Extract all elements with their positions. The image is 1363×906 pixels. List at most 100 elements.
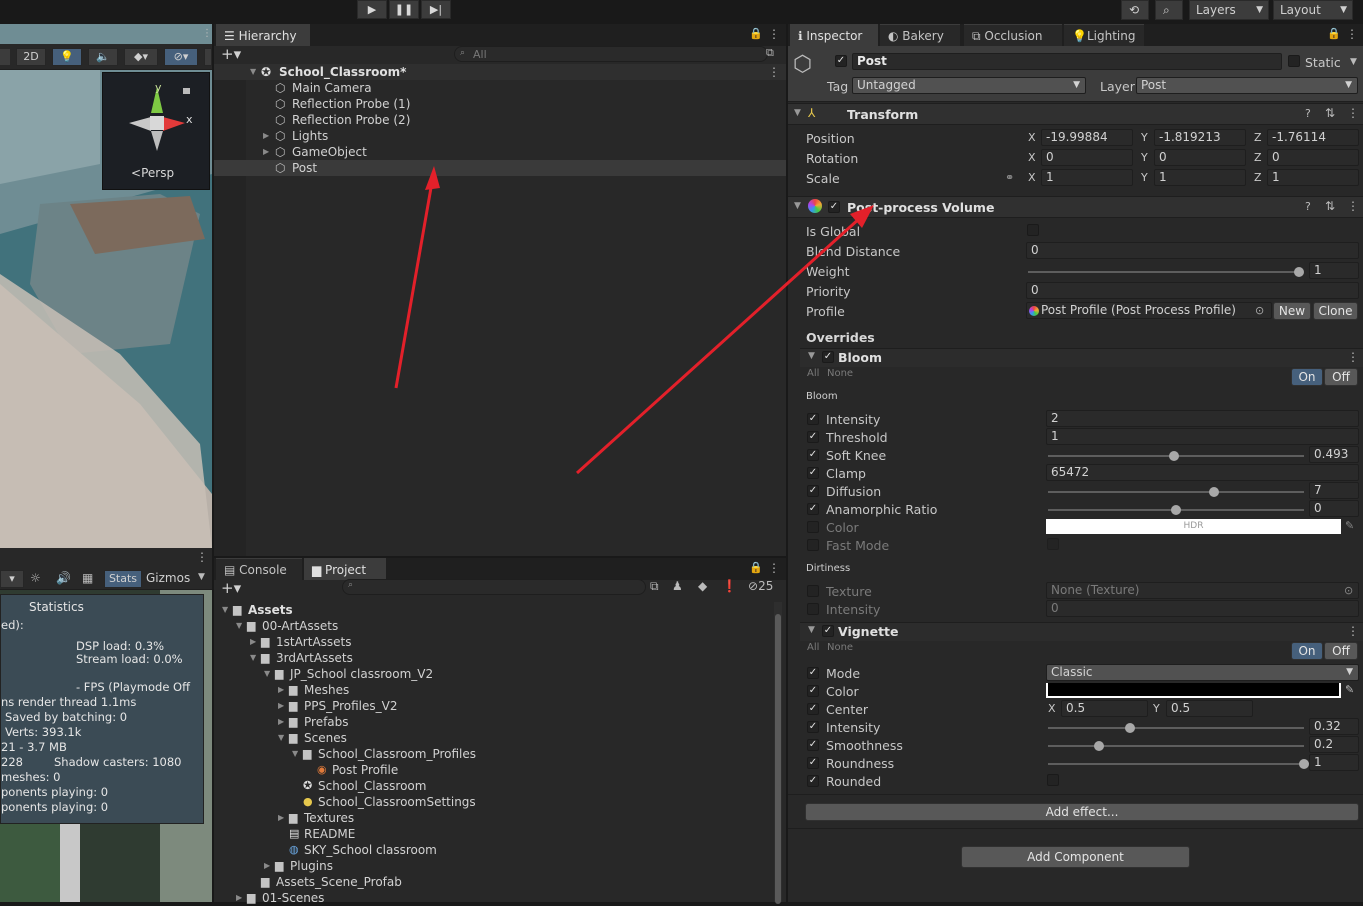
tab-console[interactable]: ▤ Console [216, 558, 302, 580]
param-value-field[interactable]: 7 [1309, 482, 1359, 499]
static-dropdown-icon[interactable]: ▼ [1350, 57, 1357, 67]
component-menu-icon[interactable]: ⋮ [1347, 199, 1359, 213]
expand-arrow-icon[interactable]: ▶ [278, 714, 284, 730]
scene-root-row[interactable]: ▼ ✪ School_Classroom* ⋮ [214, 64, 786, 80]
lock-icon[interactable]: 🔒 [749, 561, 763, 574]
expand-arrow-icon[interactable]: ▶ [236, 890, 242, 906]
param-slider[interactable] [1048, 505, 1304, 515]
center-checkbox[interactable]: ✓ [807, 703, 819, 715]
scene-gizmo[interactable]: y x <Persp [102, 72, 210, 190]
project-item[interactable]: ◉ Post Profile [214, 762, 786, 778]
none-link[interactable]: None [827, 368, 853, 379]
audio-toggle-icon[interactable]: 🔈 [88, 48, 118, 66]
pause-button[interactable]: ❚❚ [389, 0, 419, 19]
collapse-arrow-icon[interactable]: ▼ [808, 351, 815, 361]
param-value-field[interactable]: 0 [1309, 500, 1359, 517]
gizmos-dropdown-icon[interactable]: ▼ [198, 572, 205, 582]
collapse-arrow-icon[interactable]: ▼ [794, 108, 801, 118]
collapse-arrow-icon[interactable]: ▼ [794, 201, 801, 211]
expand-arrow-icon[interactable]: ▼ [292, 746, 298, 762]
project-item[interactable]: ▶ ▆ PPS_Profiles_V2 [214, 698, 786, 714]
history-icon[interactable]: ⟲ [1121, 0, 1149, 20]
param-value-field[interactable]: 65472 [1046, 464, 1359, 481]
object-name-field[interactable]: Post [852, 53, 1282, 70]
weight-slider[interactable] [1028, 267, 1304, 277]
center-x-field[interactable]: 0.5 [1061, 700, 1148, 717]
slider-knob[interactable] [1171, 505, 1181, 515]
param-slider[interactable] [1048, 487, 1304, 497]
param-override-checkbox[interactable] [807, 539, 819, 551]
intensity-checkbox[interactable]: ✓ [807, 721, 819, 733]
project-item[interactable]: ◍ SKY_School classroom [214, 842, 786, 858]
project-item[interactable]: ▶ ▆ Plugins [214, 858, 786, 874]
project-item[interactable]: ▶ ▆ Textures [214, 810, 786, 826]
effect-menu-icon[interactable]: ⋮ [1347, 624, 1359, 638]
expand-arrow-icon[interactable]: ▶ [278, 698, 284, 714]
hierarchy-menu-icon[interactable]: ⋮ [768, 27, 780, 41]
bloom-enabled-checkbox[interactable]: ✓ [822, 351, 834, 363]
rotation-y-field[interactable]: 0 [1154, 149, 1246, 166]
lighting-toggle-icon[interactable]: 💡 [52, 48, 82, 66]
slider-knob[interactable] [1299, 759, 1309, 769]
is-global-checkbox[interactable] [1027, 224, 1039, 236]
grid-icon[interactable]: ▦ [82, 571, 93, 585]
hierarchy-item[interactable]: ▶ ⬡ GameObject [214, 144, 786, 160]
static-checkbox[interactable] [1288, 55, 1300, 67]
project-item[interactable]: ▼ ▆ JP_School classroom_V2 [214, 666, 786, 682]
create-add-icon[interactable]: +▾ [221, 45, 241, 63]
lock-icon[interactable]: 🔒 [749, 27, 763, 40]
filter-type-icon[interactable]: ♟ [672, 579, 683, 593]
search-icon[interactable]: ⌕ [1155, 0, 1183, 20]
project-item[interactable]: ▶ ▆ 1stArtAssets [214, 634, 786, 650]
project-item[interactable]: ▶ ▆ Meshes [214, 682, 786, 698]
hierarchy-item[interactable]: ⬡ Post [214, 160, 786, 176]
project-item[interactable]: ▶ ▆ Prefabs [214, 714, 786, 730]
eyedropper-icon[interactable]: ✎ [1345, 519, 1354, 532]
param-override-checkbox[interactable]: ✓ [807, 413, 819, 425]
bloom-off-button[interactable]: Off [1324, 368, 1358, 386]
intensity-field[interactable]: 0.32 [1309, 718, 1359, 735]
tab-lighting[interactable]: 💡Lighting [1064, 24, 1144, 46]
dirt-intensity-field[interactable]: 0 [1046, 600, 1359, 617]
project-item[interactable]: ● School_ClassroomSettings [214, 794, 786, 810]
bug-icon[interactable]: ☼ [30, 571, 41, 585]
param-override-checkbox[interactable]: ✓ [807, 503, 819, 515]
expand-arrow-icon[interactable]: ▶ [250, 634, 256, 650]
search-options-icon[interactable]: ⧉ [766, 46, 774, 60]
dirt-texture-checkbox[interactable] [807, 585, 819, 597]
expand-arrow-icon[interactable]: ▶ [278, 682, 284, 698]
object-picker-icon[interactable]: ⊙ [1344, 584, 1353, 597]
help-icon[interactable]: ? [1305, 107, 1311, 120]
param-value-field[interactable]: 0.493 [1309, 446, 1359, 463]
slider-knob[interactable] [1125, 723, 1135, 733]
param-value-field[interactable]: 1 [1046, 428, 1359, 445]
collapse-arrow-icon[interactable]: ▼ [808, 625, 815, 635]
project-item[interactable]: ▼ ▆ 00-ArtAssets [214, 618, 786, 634]
preset-icon[interactable]: ⇅ [1325, 199, 1335, 213]
rounded-checkbox[interactable]: ✓ [807, 775, 819, 787]
slider-knob[interactable] [1209, 487, 1219, 497]
vignette-on-button[interactable]: On [1291, 642, 1323, 660]
param-override-checkbox[interactable]: ✓ [807, 485, 819, 497]
expand-arrow-icon[interactable]: ▶ [278, 810, 284, 826]
expand-arrow-icon[interactable]: ▼ [250, 64, 256, 80]
expand-arrow-icon[interactable]: ▼ [236, 618, 242, 634]
expand-arrow-icon[interactable]: ▼ [278, 730, 284, 746]
add-component-button[interactable]: Add Component [961, 846, 1190, 868]
new-profile-button[interactable]: New [1273, 302, 1311, 320]
tab-inspector[interactable]: ℹ Inspector [790, 24, 878, 46]
add-effect-button[interactable]: Add effect... [805, 803, 1359, 821]
expand-arrow-icon[interactable]: ▼ [264, 666, 270, 682]
object-picker-icon[interactable]: ⊙ [1255, 304, 1264, 317]
project-item[interactable]: ▆ Assets_Scene_Profab [214, 874, 786, 890]
help-icon[interactable]: ? [1305, 200, 1311, 213]
project-menu-icon[interactable]: ⋮ [768, 561, 780, 575]
constrain-link-icon[interactable]: ⚭ [1005, 171, 1014, 184]
bloom-color-swatch[interactable]: HDR [1046, 519, 1341, 534]
slider-knob[interactable] [1294, 267, 1304, 277]
priority-field[interactable]: 0 [1026, 282, 1359, 299]
dirt-intensity-checkbox[interactable] [807, 603, 819, 615]
scale-x-field[interactable]: 1 [1041, 169, 1133, 186]
persp-label[interactable]: <Persp [131, 166, 174, 180]
fast-mode-toggle[interactable] [1047, 538, 1059, 550]
